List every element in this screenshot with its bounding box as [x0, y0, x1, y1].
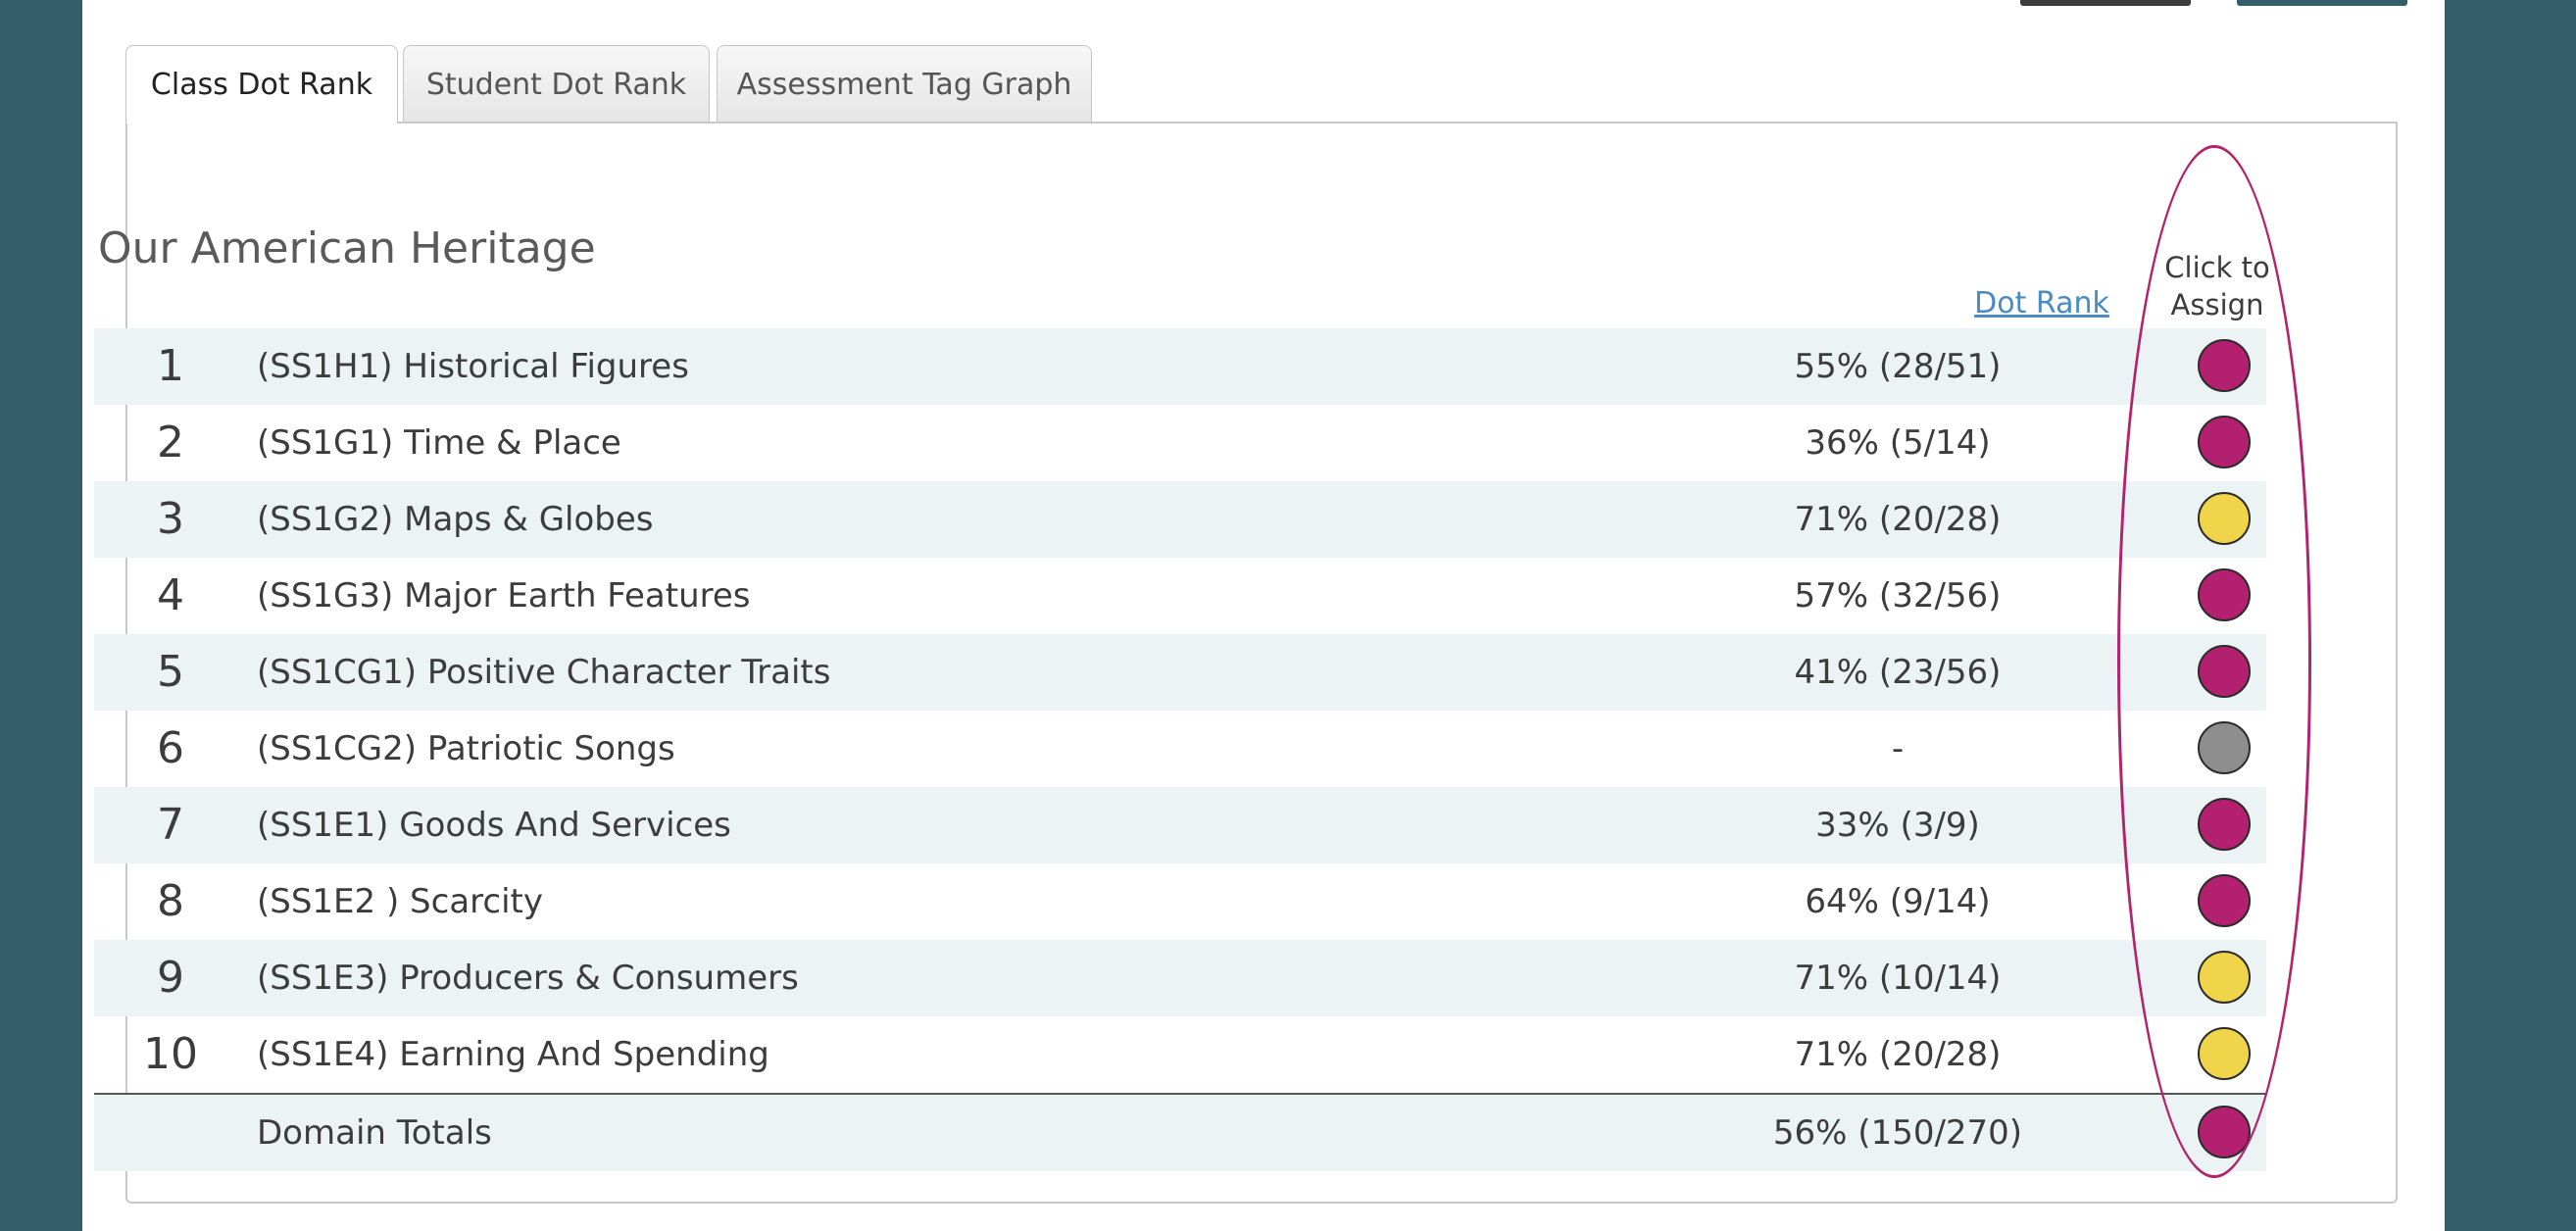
- rank-number: 9: [157, 953, 184, 1003]
- tab-student-dot-rank[interactable]: Student Dot Rank: [403, 45, 710, 122]
- assign-dot-mid[interactable]: [2198, 951, 2251, 1004]
- rank-number: 2: [157, 418, 184, 468]
- tab-assessment-tag-graph[interactable]: Assessment Tag Graph: [717, 45, 1092, 122]
- rank-number: 3: [157, 494, 184, 544]
- totals-score: 56% (150/270): [1772, 1113, 2023, 1153]
- assign-dot-totals[interactable]: [2198, 1106, 2251, 1158]
- assign-dot-mid[interactable]: [2198, 492, 2251, 545]
- table-row: 2 (SS1G1) Time & Place 36% (5/14): [94, 405, 2266, 481]
- standard-name: (SS1CG2) Patriotic Songs: [257, 729, 675, 768]
- assign-dot-low[interactable]: [2198, 339, 2251, 392]
- table-row: 10 (SS1E4) Earning And Spending 71% (20/28…: [94, 1016, 2266, 1093]
- table-row: 8 (SS1E2 ) Scarcity 64% (9/14): [94, 863, 2266, 940]
- standard-name: (SS1G1) Time & Place: [257, 423, 621, 463]
- rank-number: 8: [157, 876, 184, 926]
- score-value: 55% (28/51): [1794, 347, 2002, 386]
- score-value: -: [1891, 729, 1905, 768]
- rank-number: 4: [157, 570, 184, 620]
- standard-name: (SS1G2) Maps & Globes: [257, 500, 654, 539]
- rank-number: 5: [157, 647, 184, 697]
- standard-name: (SS1CG1) Positive Character Traits: [257, 653, 831, 692]
- dot-rank-sort-link[interactable]: Dot Rank: [1963, 286, 2120, 320]
- score-value: 33% (3/9): [1815, 806, 1980, 845]
- rank-table: 1 (SS1H1) Historical Figures 55% (28/51) 2 (…: [94, 328, 2266, 1171]
- rank-number: 6: [157, 723, 184, 773]
- standard-name: (SS1E1) Goods And Services: [257, 806, 731, 845]
- standard-name: (SS1G3) Major Earth Features: [257, 576, 751, 616]
- table-row: 3 (SS1G2) Maps & Globes 71% (20/28): [94, 481, 2266, 558]
- top-button-teal[interactable]: [2237, 0, 2407, 6]
- standard-name: (SS1E4) Earning And Spending: [257, 1035, 769, 1074]
- top-button-dark[interactable]: [2020, 0, 2191, 6]
- rank-number: 7: [157, 800, 184, 850]
- table-row: 9 (SS1E3) Producers & Consumers 71% (10/14…: [94, 940, 2266, 1016]
- score-value: 57% (32/56): [1794, 576, 2002, 616]
- table-row: 5 (SS1CG1) Positive Character Traits 41% (…: [94, 634, 2266, 711]
- score-value: 36% (5/14): [1805, 423, 1991, 463]
- table-row: 6 (SS1CG2) Patriotic Songs -: [94, 711, 2266, 787]
- score-value: 64% (9/14): [1805, 882, 1991, 921]
- click-to-assign-header: Click to Assign: [2164, 251, 2270, 321]
- assign-dot-low[interactable]: [2198, 568, 2251, 621]
- score-value: 41% (23/56): [1794, 653, 2002, 692]
- totals-row: Domain Totals 56% (150/270): [94, 1093, 2266, 1171]
- score-value: 71% (20/28): [1794, 1035, 2002, 1074]
- assign-dot-low[interactable]: [2198, 645, 2251, 698]
- standard-name: (SS1H1) Historical Figures: [257, 347, 689, 386]
- assign-dot-none[interactable]: [2198, 721, 2251, 774]
- table-row: 4 (SS1G3) Major Earth Features 57% (32/56): [94, 558, 2266, 634]
- assign-dot-mid[interactable]: [2198, 1027, 2251, 1080]
- table-row: 7 (SS1E1) Goods And Services 33% (3/9): [94, 787, 2266, 863]
- assign-dot-low[interactable]: [2198, 416, 2251, 468]
- assign-dot-low[interactable]: [2198, 874, 2251, 927]
- domain-title: Our American Heritage: [98, 223, 596, 273]
- totals-label: Domain Totals: [257, 1113, 492, 1153]
- table-row: 1 (SS1H1) Historical Figures 55% (28/51): [94, 328, 2266, 405]
- standard-name: (SS1E3) Producers & Consumers: [257, 959, 799, 998]
- score-value: 71% (10/14): [1794, 959, 2002, 998]
- score-value: 71% (20/28): [1794, 500, 2002, 539]
- rank-number: 1: [157, 341, 184, 391]
- tab-class-dot-rank[interactable]: Class Dot Rank: [125, 45, 398, 123]
- standard-name: (SS1E2 ) Scarcity: [257, 882, 543, 921]
- assign-dot-low[interactable]: [2198, 798, 2251, 851]
- rank-number: 10: [143, 1029, 198, 1079]
